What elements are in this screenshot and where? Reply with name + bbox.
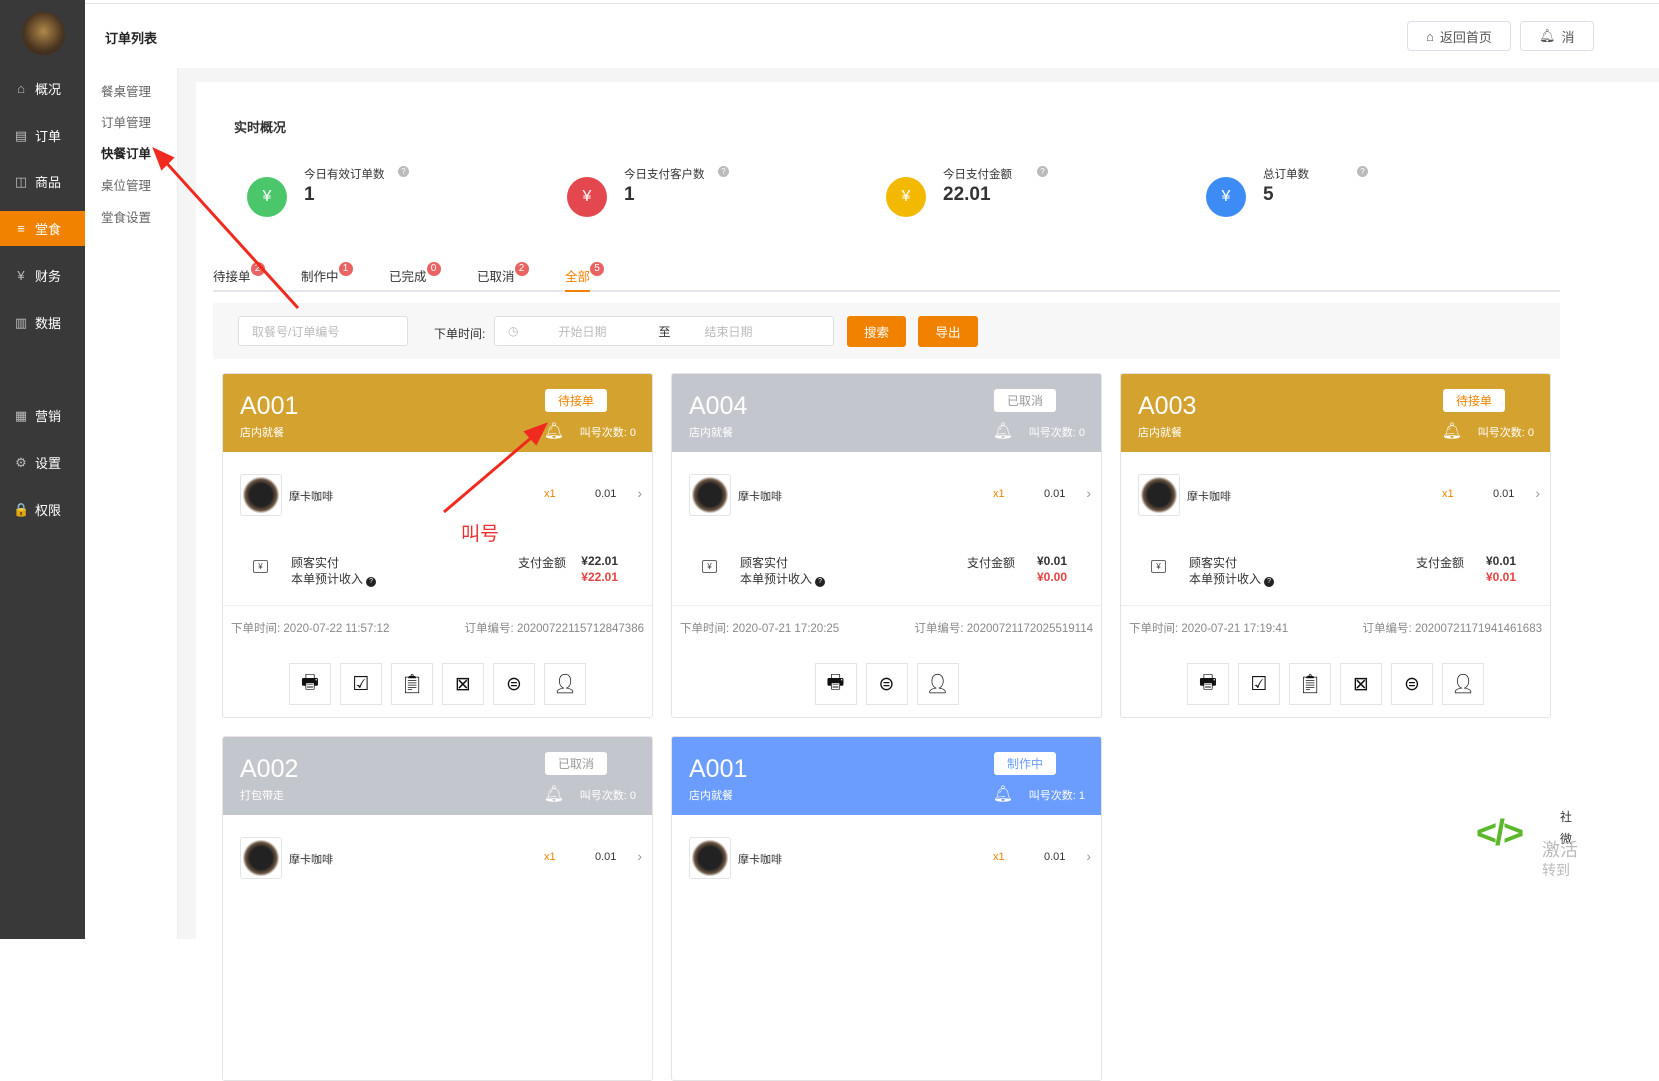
watermark-side1: 社	[1560, 810, 1573, 824]
arrow-to-fast-orders	[160, 156, 300, 310]
arrow-to-bell	[443, 430, 539, 514]
code-logo-icon: </>	[1476, 812, 1524, 853]
watermark-line1: 激活	[1542, 840, 1578, 860]
watermark-line2: 转到	[1542, 862, 1570, 878]
annotation-arrows	[152, 147, 549, 514]
